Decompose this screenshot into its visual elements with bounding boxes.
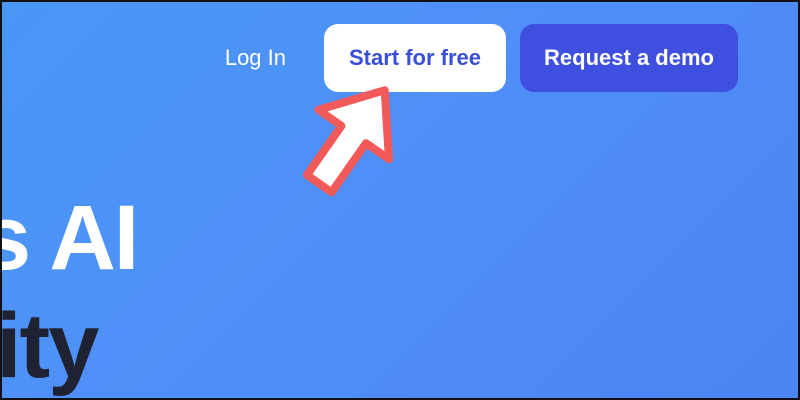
- hero-heading-line1: s AI: [2, 187, 139, 289]
- pointer-arrow-icon: [303, 86, 393, 197]
- login-link[interactable]: Log In: [225, 45, 286, 71]
- start-for-free-label: Start for free: [348, 45, 482, 70]
- page-frame: Log In Start for free Request a demo s A…: [0, 0, 800, 400]
- request-demo-label: Request a demo: [544, 45, 714, 70]
- hero-heading-line2: ity: [0, 295, 99, 397]
- request-demo-button[interactable]: Request a demo: [520, 24, 738, 92]
